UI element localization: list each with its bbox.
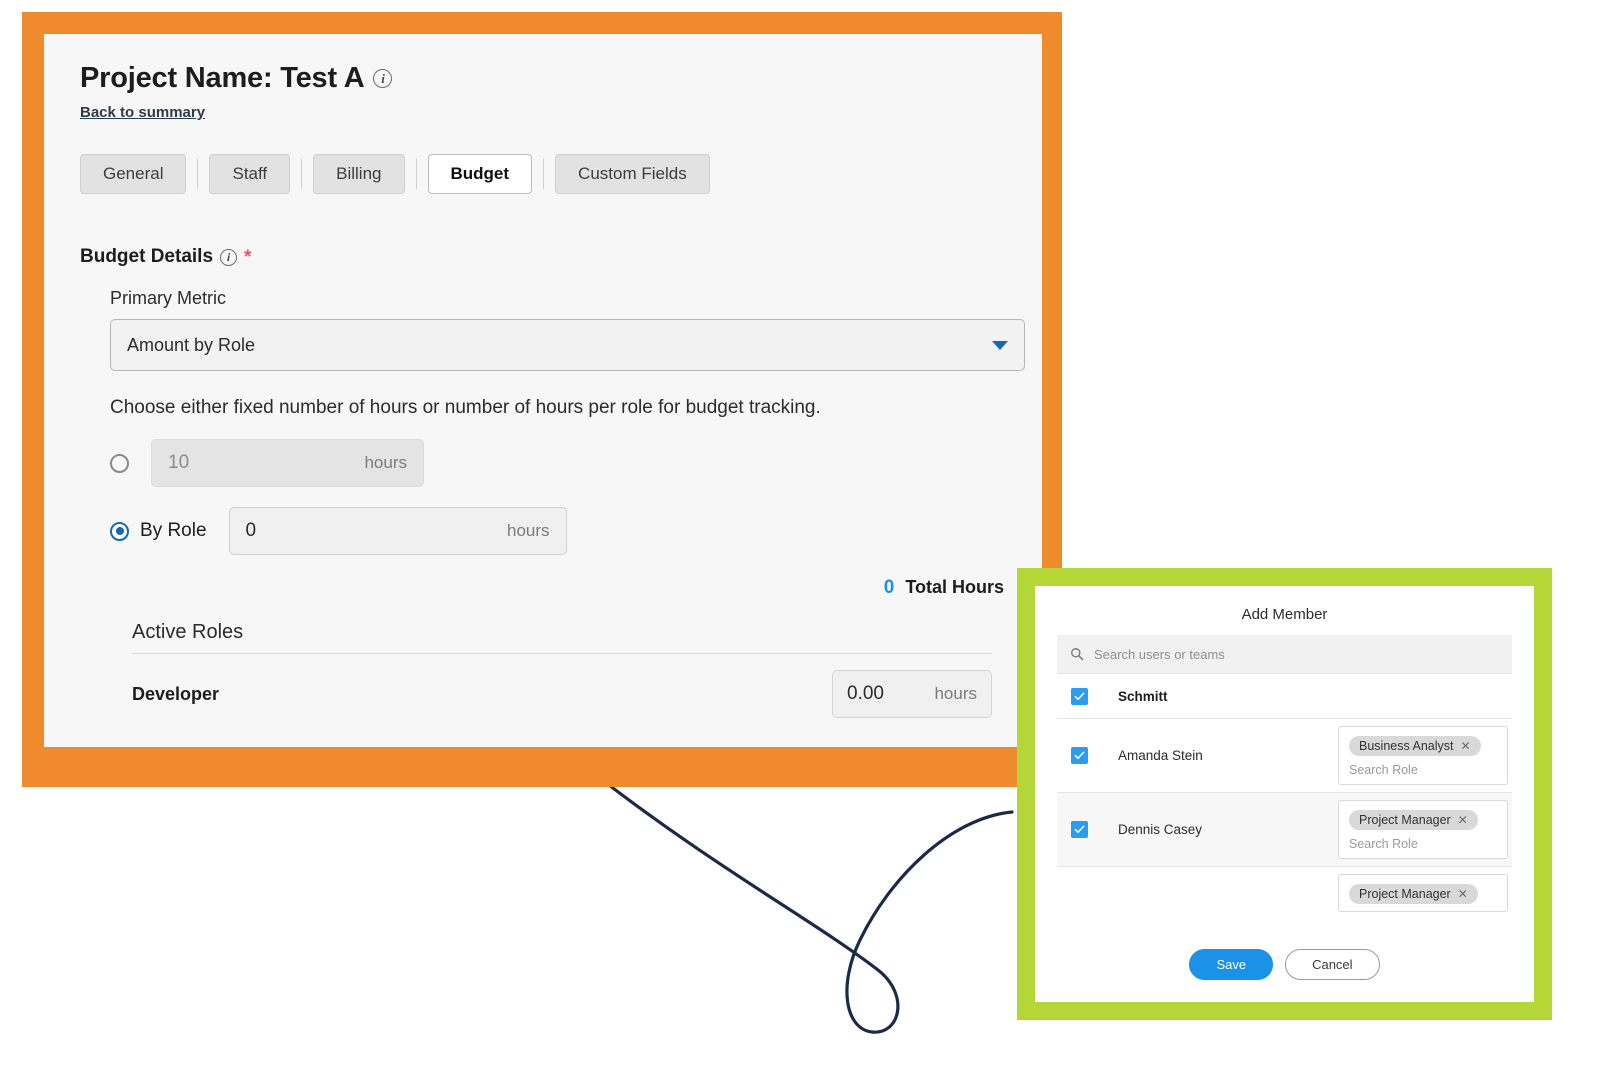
role-chip: Project Manager ✕	[1349, 810, 1478, 830]
required-marker: *	[244, 246, 252, 268]
role-picker[interactable]: Project Manager ✕	[1338, 874, 1508, 912]
primary-metric-label: Primary Metric	[110, 288, 226, 308]
list-item[interactable]: Schmitt	[1057, 673, 1512, 718]
active-role-name: Developer	[132, 683, 220, 704]
role-picker[interactable]: Business Analyst ✕ Search Role	[1338, 726, 1508, 785]
save-button[interactable]: Save	[1189, 949, 1274, 980]
page-title-text: Project Name: Test A	[80, 62, 365, 94]
primary-metric-field: Primary Metric Amount by Role Choose eit…	[110, 288, 1025, 599]
close-icon[interactable]: ✕	[1458, 813, 1468, 827]
list-item[interactable]: Amanda Stein Business Analyst ✕ Search R…	[1057, 718, 1512, 792]
tab-billing[interactable]: Billing	[313, 154, 405, 194]
member-name: Dennis Casey	[1118, 822, 1203, 837]
tab-staff[interactable]: Staff	[209, 154, 291, 194]
active-role-hours-value: 0.00	[847, 683, 884, 704]
role-chip-label: Business Analyst	[1359, 739, 1454, 753]
dialog-actions: Save Cancel	[1057, 935, 1512, 1002]
role-search-placeholder: Search Role	[1349, 763, 1418, 777]
dialog-title: Add Member	[1241, 606, 1328, 623]
cancel-button[interactable]: Cancel	[1285, 949, 1380, 980]
by-role-hours-input[interactable]: 0 hours	[228, 507, 567, 555]
active-roles-heading: Active Roles	[132, 621, 992, 654]
fixed-hours-value: 10	[168, 452, 190, 473]
add-member-dialog: Add Member Search users or teams Schmitt	[1035, 586, 1534, 1002]
role-search-placeholder: Search Role	[1349, 837, 1418, 851]
green-annotation-frame: Add Member Search users or teams Schmitt	[1017, 568, 1552, 1020]
primary-metric-select[interactable]: Amount by Role	[110, 319, 1025, 371]
member-name: Schmitt	[1118, 688, 1168, 704]
back-to-summary-link[interactable]: Back to summary	[80, 104, 205, 121]
fixed-hours-input: 10 hours	[151, 439, 424, 487]
budget-details-heading-text: Budget Details	[80, 246, 214, 267]
tab-divider	[415, 159, 417, 189]
by-role-hours-unit: hours	[507, 521, 550, 540]
tab-general[interactable]: General	[80, 154, 187, 194]
info-icon[interactable]: i	[373, 69, 393, 88]
project-tabs: General Staff Billing Budget Custom Fiel…	[80, 154, 1006, 194]
primary-metric-value: Amount by Role	[127, 334, 256, 355]
active-role-hours-unit: hours	[934, 684, 977, 703]
member-search-placeholder: Search users or teams	[1094, 646, 1225, 662]
active-role-row: Developer 0.00 hours	[132, 670, 992, 718]
chevron-down-icon	[992, 340, 1008, 350]
member-list[interactable]: Schmitt Amanda Stein Business Analyst ✕ …	[1057, 673, 1512, 935]
role-chip-label: Project Manager	[1359, 887, 1451, 901]
budget-helper-text: Choose either fixed number of hours or n…	[110, 397, 821, 418]
by-role-option-row: By Role 0 hours	[110, 507, 1006, 555]
total-hours-value: 0	[883, 577, 895, 598]
role-chip: Business Analyst ✕	[1349, 736, 1481, 756]
info-icon[interactable]: i	[220, 248, 238, 266]
tab-budget[interactable]: Budget	[427, 154, 533, 194]
fixed-hours-radio[interactable]	[110, 453, 129, 473]
close-icon[interactable]: ✕	[1458, 887, 1468, 901]
role-chip-label: Project Manager	[1359, 813, 1451, 827]
row-checkbox[interactable]	[1071, 821, 1088, 838]
fixed-hours-option-row: 10 hours	[110, 439, 1006, 487]
fixed-hours-unit: hours	[364, 453, 407, 472]
project-budget-card: Project Name: Test A i Back to summary G…	[44, 34, 1042, 747]
total-hours-label: Total Hours	[905, 577, 1004, 597]
close-icon[interactable]: ✕	[1461, 739, 1471, 753]
tab-divider	[301, 159, 303, 189]
row-checkbox[interactable]	[1071, 687, 1088, 705]
tab-custom-fields[interactable]: Custom Fields	[555, 154, 710, 194]
screenshot-stage: Project Name: Test A i Back to summary G…	[0, 0, 1600, 1066]
total-hours-row: 0 Total Hours	[110, 577, 1006, 599]
role-chip: Project Manager ✕	[1349, 884, 1478, 904]
active-role-hours-input[interactable]: 0.00 hours	[832, 670, 992, 718]
list-item[interactable]: Project Manager ✕	[1057, 866, 1512, 912]
search-icon	[1071, 648, 1084, 661]
tab-divider	[197, 159, 199, 189]
role-picker[interactable]: Project Manager ✕ Search Role	[1338, 800, 1508, 859]
annotation-connector-line	[603, 780, 1014, 1034]
budget-details-heading: Budget Details i *	[80, 246, 1006, 268]
by-role-radio[interactable]	[110, 521, 129, 541]
page-title: Project Name: Test A i	[80, 62, 1006, 95]
member-search-field[interactable]: Search users or teams	[1057, 635, 1512, 673]
by-role-label: By Role	[140, 520, 207, 541]
list-item[interactable]: Dennis Casey Project Manager ✕ Search Ro…	[1057, 792, 1512, 866]
orange-annotation-frame: Project Name: Test A i Back to summary G…	[22, 12, 1062, 787]
member-name: Amanda Stein	[1118, 748, 1203, 763]
row-checkbox[interactable]	[1071, 747, 1088, 764]
by-role-hours-value: 0	[245, 520, 257, 541]
tab-divider	[543, 159, 545, 189]
